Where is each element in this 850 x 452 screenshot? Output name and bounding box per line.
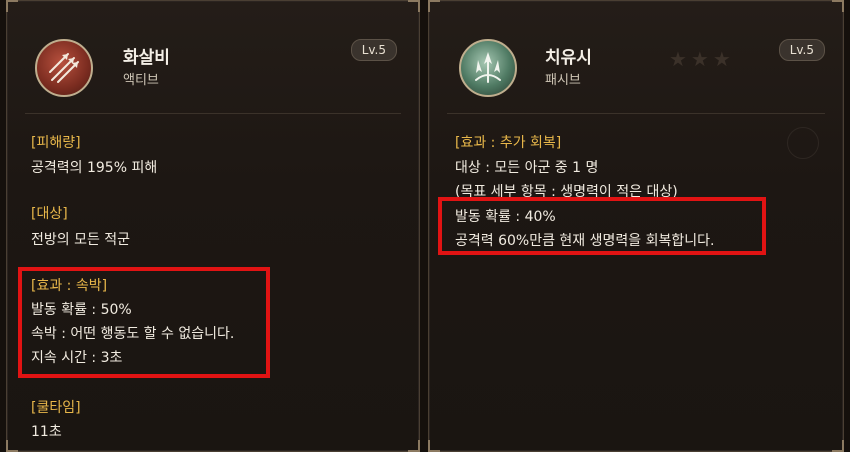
ghost-circle bbox=[787, 127, 819, 159]
section-header-extra-heal: [효과 : 추가 회복] bbox=[455, 135, 562, 151]
level-badge: Lv.5 bbox=[350, 39, 397, 61]
heal-target: 대상 : 모든 아군 중 1 명 bbox=[455, 160, 599, 176]
target-value: 전방의 모든 적군 bbox=[31, 232, 131, 248]
ghost-stars: ★★★ bbox=[669, 47, 735, 71]
skill-name: 화살비 bbox=[123, 48, 170, 68]
highlight-box-bind-effect bbox=[18, 267, 270, 378]
level-badge: Lv.5 bbox=[778, 39, 825, 61]
divider bbox=[447, 113, 825, 114]
section-header-damage: [피해량] bbox=[31, 135, 81, 151]
divider bbox=[25, 113, 401, 114]
skill-type: 액티브 bbox=[123, 73, 159, 88]
cooldown-value: 11초 bbox=[31, 424, 62, 440]
skill-type: 패시브 bbox=[545, 73, 581, 88]
highlight-box-heal-effect bbox=[438, 197, 766, 255]
damage-value: 공격력의 195% 피해 bbox=[31, 160, 158, 176]
section-header-target: [대상] bbox=[31, 206, 68, 222]
skill-card-arrow-rain: 화살비 액티브 Lv.5 [피해량] 공격력의 195% 피해 [대상] 전방의… bbox=[6, 0, 420, 452]
arrow-rain-icon bbox=[35, 39, 93, 97]
healing-arrow-icon bbox=[459, 39, 517, 97]
skill-name: 치유시 bbox=[545, 48, 592, 68]
section-header-cooldown: [쿨타임] bbox=[31, 400, 81, 416]
